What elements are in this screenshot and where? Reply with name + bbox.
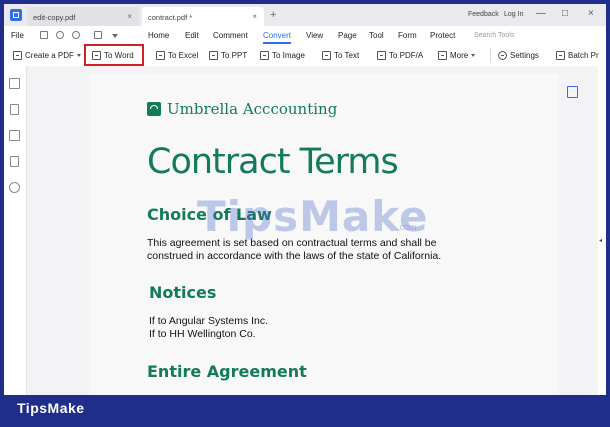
close-window-icon[interactable]: × xyxy=(588,8,594,19)
save-icon[interactable] xyxy=(40,31,48,39)
pdf-page: Umbrella Acccounting Contract Terms Choi… xyxy=(89,74,578,395)
print-icon[interactable] xyxy=(94,31,102,39)
minimize-icon[interactable]: — xyxy=(536,8,546,19)
umbrella-icon xyxy=(147,102,161,116)
to-word-label: To Word xyxy=(104,50,134,60)
to-pdfa-button[interactable]: To PDF/A xyxy=(377,44,423,66)
text-icon xyxy=(322,50,331,60)
watermark-suffix: .com xyxy=(397,222,417,232)
undo-icon[interactable] xyxy=(56,31,64,39)
body-line: If to HH Wellington Co. xyxy=(149,328,256,340)
menu-protect[interactable]: Protect xyxy=(430,31,455,40)
menu-convert[interactable]: Convert xyxy=(263,31,292,44)
chevron-down-icon xyxy=(471,53,476,57)
doc-brand-name: Umbrella Acccounting xyxy=(167,100,338,118)
search-icon[interactable] xyxy=(9,182,20,193)
pdfa-icon xyxy=(377,50,386,60)
to-ppt-button[interactable]: To PPT xyxy=(209,44,247,66)
more-icon xyxy=(438,50,447,60)
menu-page[interactable]: Page xyxy=(338,31,357,40)
add-tab-icon[interactable]: + xyxy=(270,9,276,21)
ocr-icon[interactable] xyxy=(567,86,578,98)
chevron-down-icon[interactable] xyxy=(112,34,118,38)
tab-label: contract.pdf * xyxy=(148,13,193,22)
app-logo-icon xyxy=(10,9,22,21)
doc-brand: Umbrella Acccounting xyxy=(147,100,337,118)
to-excel-button[interactable]: To Excel xyxy=(156,44,198,66)
batch-process-button[interactable]: Batch Pr xyxy=(556,44,599,66)
menu-home[interactable]: Home xyxy=(148,31,169,40)
menu-bar: File Home Edit Comment Convert View Page… xyxy=(4,26,606,44)
create-pdf-label: Create a PDF xyxy=(25,50,74,60)
body-line: If to Angular Systems Inc. xyxy=(149,315,269,327)
tab-contract[interactable]: contract.pdf * × xyxy=(142,7,264,26)
to-word-button[interactable]: To Word xyxy=(84,44,144,66)
feedback-link[interactable]: Feedback xyxy=(468,11,499,18)
thumbnails-icon[interactable] xyxy=(9,78,20,89)
footer-brand: TipsMake xyxy=(17,400,85,416)
toolbar-divider xyxy=(490,48,491,62)
settings-button[interactable]: Settings xyxy=(498,44,539,66)
to-ppt-label: To PPT xyxy=(221,50,248,60)
menu-comment[interactable]: Comment xyxy=(213,31,248,40)
batch-icon xyxy=(556,50,565,60)
login-link[interactable]: Log In xyxy=(504,11,523,18)
bookmark-icon[interactable] xyxy=(10,104,19,115)
to-text-button[interactable]: To Text xyxy=(322,44,359,66)
tab-label: edit-copy.pdf xyxy=(33,13,76,22)
close-icon[interactable]: × xyxy=(252,12,257,21)
more-label: More xyxy=(450,50,469,60)
more-button[interactable]: More xyxy=(438,44,476,66)
menu-form[interactable]: Form xyxy=(398,31,417,40)
convert-toolbar: Create a PDF To Word To Excel To PPT To … xyxy=(4,44,606,67)
gear-icon xyxy=(498,50,507,60)
create-pdf-icon xyxy=(13,50,22,60)
settings-label: Settings xyxy=(510,50,539,60)
collapse-right-icon[interactable]: ◂ xyxy=(599,237,602,244)
menu-file[interactable]: File xyxy=(11,31,24,40)
maximize-icon[interactable]: □ xyxy=(562,8,568,19)
section-heading: Entire Agreement xyxy=(147,362,307,381)
close-icon[interactable]: × xyxy=(127,12,132,21)
image-icon xyxy=(260,50,269,60)
to-text-label: To Text xyxy=(334,50,360,60)
left-sidebar xyxy=(4,66,27,395)
attachment-icon[interactable] xyxy=(10,156,19,167)
section-heading: Notices xyxy=(149,283,217,302)
to-image-label: To Image xyxy=(272,50,305,60)
create-pdf-button[interactable]: Create a PDF xyxy=(13,44,81,66)
comment-icon[interactable] xyxy=(9,130,20,141)
excel-icon xyxy=(156,50,165,60)
to-image-button[interactable]: To Image xyxy=(260,44,305,66)
tab-edit-copy[interactable]: edit-copy.pdf × xyxy=(27,7,139,26)
menu-view[interactable]: View xyxy=(306,31,323,40)
search-tools-input[interactable]: Search Tools xyxy=(474,32,514,39)
tab-bar: edit-copy.pdf × contract.pdf * × + Feedb… xyxy=(4,4,606,27)
doc-title: Contract Terms xyxy=(147,142,399,182)
to-excel-label: To Excel xyxy=(168,50,199,60)
section-body: If to Angular Systems Inc. If to HH Well… xyxy=(149,315,268,341)
batch-label: Batch Pr xyxy=(568,50,599,60)
right-sidebar: ◂ xyxy=(598,66,606,395)
menu-edit[interactable]: Edit xyxy=(185,31,199,40)
ppt-icon xyxy=(209,50,218,60)
body-line: construed in accordance with the laws of… xyxy=(147,250,442,262)
app-window: edit-copy.pdf × contract.pdf * × + Feedb… xyxy=(4,4,606,395)
document-viewport: Umbrella Acccounting Contract Terms Choi… xyxy=(27,66,598,395)
menu-tool[interactable]: Tool xyxy=(369,31,384,40)
watermark: TipsMake xyxy=(197,192,429,241)
redo-icon[interactable] xyxy=(72,31,80,39)
word-icon xyxy=(92,50,101,60)
to-pdfa-label: To PDF/A xyxy=(389,50,424,60)
chevron-down-icon xyxy=(76,53,81,57)
